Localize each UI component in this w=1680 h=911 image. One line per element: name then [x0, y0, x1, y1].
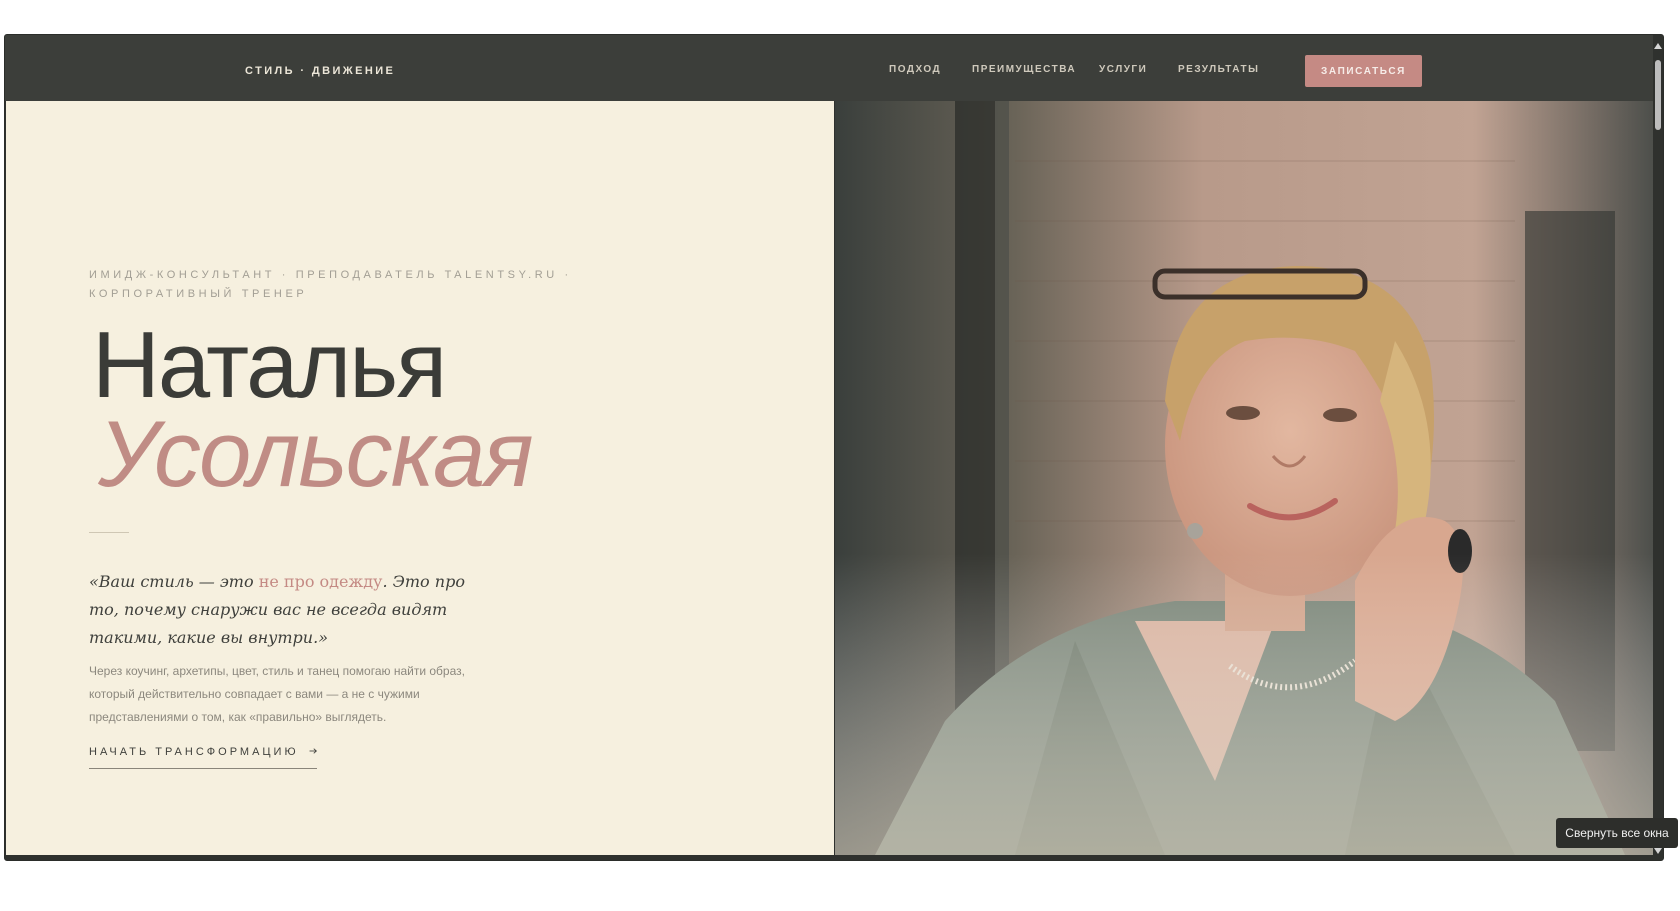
site-header: СТИЛЬ · ДВИЖЕНИЕ ПОДХОД ПРЕИМУЩЕСТВА УСЛ… [5, 35, 1663, 101]
scroll-up-icon[interactable] [1654, 43, 1662, 49]
page-scrollbar[interactable] [1653, 35, 1663, 860]
arrow-right-icon [309, 748, 317, 754]
hero-portrait [835, 101, 1653, 855]
nav-link-services[interactable]: УСЛУГИ [1099, 64, 1147, 75]
start-transformation-label: НАЧАТЬ ТРАНСФОРМАЦИЮ [89, 746, 299, 758]
hero-quote: «Ваш стиль — это не про одежду. Это про … [89, 568, 469, 652]
site-logo[interactable]: СТИЛЬ · ДВИЖЕНИЕ [245, 65, 395, 77]
scroll-down-icon[interactable] [1654, 848, 1662, 854]
browser-window: СТИЛЬ · ДВИЖЕНИЕ ПОДХОД ПРЕИМУЩЕСТВА УСЛ… [4, 34, 1664, 861]
hero-description: Через коучинг, архетипы, цвет, стиль и т… [89, 664, 465, 724]
hero-last-name: Усольская [98, 401, 534, 506]
hero-divider [89, 532, 129, 533]
nav-link-results[interactable]: РЕЗУЛЬТАТЫ [1178, 64, 1259, 75]
minimize-all-tooltip: Свернуть все окна [1556, 818, 1678, 848]
quote-text-start: «Ваш стиль — это [89, 572, 259, 591]
hero-text-panel: ИМИДЖ-КОНСУЛЬТАНТ · ПРЕПОДАВАТЕЛЬ TALENT… [6, 101, 834, 855]
start-transformation-link[interactable]: НАЧАТЬ ТРАНСФОРМАЦИЮ [89, 738, 317, 769]
signup-button[interactable]: ЗАПИСАТЬСЯ [1305, 55, 1422, 87]
hero-eyebrow: ИМИДЖ-КОНСУЛЬТАНТ · ПРЕПОДАВАТЕЛЬ TALENT… [89, 269, 572, 300]
scroll-thumb[interactable] [1655, 60, 1661, 130]
nav-link-approach[interactable]: ПОДХОД [889, 64, 941, 75]
hero-first-name: Наталья [92, 312, 447, 417]
nav-link-advantages[interactable]: ПРЕИМУЩЕСТВА [972, 64, 1076, 75]
portrait-photo [835, 101, 1653, 855]
quote-accent: не про одежду [258, 572, 383, 591]
